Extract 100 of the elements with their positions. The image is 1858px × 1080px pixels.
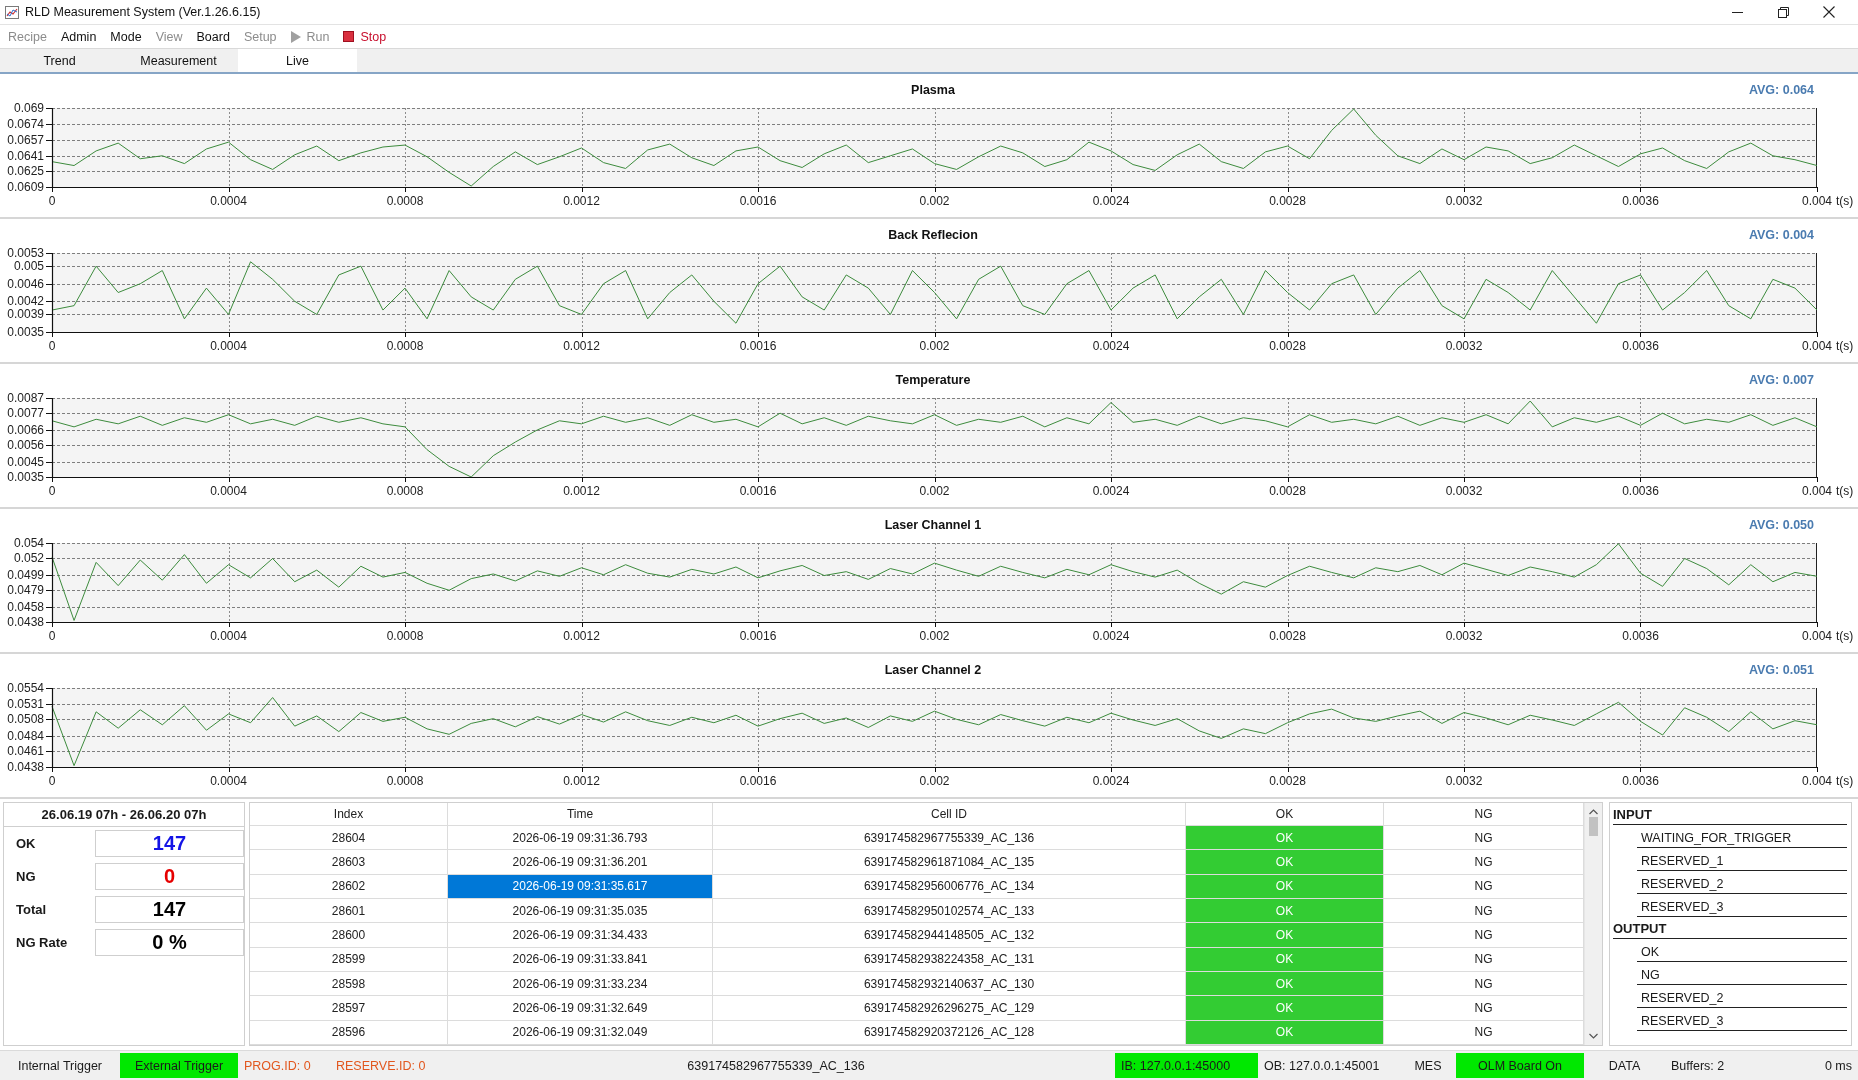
status-indicator: DATA [1607, 1057, 1642, 1075]
x-tick-label: 0.0028 [1269, 484, 1306, 498]
x-tick-label: 0.0004 [210, 194, 247, 208]
table-cell: OK [1186, 996, 1384, 1021]
x-tick-label: 0.0004 [210, 339, 247, 353]
table-cell: OK [1186, 850, 1384, 875]
average-label: AVG: 0.064 [1748, 83, 1814, 97]
y-tick-label: 0.0641 [7, 148, 44, 163]
scrollbar-thumb[interactable] [1589, 817, 1598, 836]
x-tick-label: 0.0036 [1622, 774, 1659, 788]
x-axis-label: t(s) [1836, 484, 1854, 498]
table-cell: 2026-06-19 09:31:33.841 [448, 947, 713, 972]
io-signal-label: RESERVED_2 [1637, 871, 1847, 894]
y-tick-label: 0.0046 [7, 276, 44, 291]
x-tick-label: 0.0028 [1269, 774, 1306, 788]
table-cell: OK [1186, 923, 1384, 948]
table-cell: OK [1186, 1020, 1384, 1045]
table-cell: NG [1384, 1020, 1584, 1045]
tab[interactable]: Live [238, 49, 357, 72]
y-tick-label: 0.0035 [7, 325, 44, 339]
table-cell: 28596 [250, 1020, 448, 1045]
x-tick-label: 0.0016 [739, 194, 777, 208]
io-group-title: INPUT [1613, 803, 1847, 825]
table-cell: NG [1384, 947, 1584, 972]
y-tick-label: 0.0087 [7, 391, 44, 405]
play-icon [290, 30, 301, 43]
table-cell: 639174582920372126_AC_128 [713, 1020, 1186, 1045]
chart-title: Temperature [895, 373, 971, 387]
period-label: 26.06.19 07h - 26.06.20 07h [4, 803, 244, 827]
table-cell: 28597 [250, 996, 448, 1021]
y-tick-label: 0.0039 [7, 307, 44, 322]
y-tick-label: 0.052 [13, 551, 44, 566]
y-tick-label: 0.0438 [7, 760, 44, 774]
summary-label: NG [15, 869, 37, 884]
table-cell: 639174582944148505_AC_132 [713, 923, 1186, 948]
table-cell: OK [1186, 899, 1384, 924]
x-tick-label: 0.0028 [1269, 339, 1306, 353]
x-tick-label: 0.0012 [563, 194, 600, 208]
table-cell: 28598 [250, 972, 448, 997]
table-cell: OK [1186, 947, 1384, 972]
x-tick-label: 0.002 [919, 194, 950, 208]
table-cell: 2026-06-19 09:31:32.049 [448, 1020, 713, 1045]
table-cell: 2026-06-19 09:31:33.234 [448, 972, 713, 997]
x-tick-label: 0.004 [1802, 774, 1832, 788]
y-tick-label: 0.0508 [7, 712, 44, 727]
summary-value: 147 [95, 896, 244, 923]
chevron-up-icon[interactable] [1589, 809, 1598, 815]
menu-item[interactable]: Mode [103, 25, 149, 48]
summary-label: OK [15, 836, 37, 851]
y-tick-label: 0.0077 [7, 406, 44, 421]
table-cell: 28602 [250, 874, 448, 899]
io-signal-label: NG [1637, 962, 1847, 985]
line-chart-icon [5, 5, 19, 19]
menu-item[interactable]: Admin [53, 25, 104, 48]
status-indicator: OLM Board On [1456, 1053, 1584, 1078]
io-signal-label: OK [1637, 939, 1847, 962]
menu-item[interactable]: Stop [336, 25, 394, 48]
chart-title: Laser Channel 1 [884, 518, 982, 532]
summary-value: 0 [95, 863, 244, 890]
x-tick-label: 0 [48, 484, 56, 498]
table-cell: NG [1384, 899, 1584, 924]
table-cell: 28601 [250, 899, 448, 924]
y-tick-label: 0.0554 [7, 681, 44, 695]
x-axis-label: t(s) [1836, 774, 1854, 788]
y-tick-label: 0.0625 [7, 164, 44, 179]
x-tick-label: 0.0008 [386, 774, 424, 788]
x-tick-label: 0.0036 [1622, 629, 1659, 643]
y-tick-label: 0.0066 [7, 422, 44, 437]
x-tick-label: 0.0016 [739, 774, 777, 788]
summary-label: NG Rate [15, 935, 69, 950]
y-tick-label: 0.069 [13, 101, 44, 115]
table-cell: 2026-06-19 09:31:36.793 [448, 826, 713, 851]
y-tick-label: 0.0042 [7, 294, 44, 309]
stop-icon [343, 31, 355, 42]
chevron-down-icon[interactable] [1589, 1033, 1598, 1039]
y-tick-label: 0.0531 [7, 696, 44, 711]
x-tick-label: 0.0016 [739, 484, 777, 498]
status-text: 639174582967755339_AC_136 [686, 1057, 866, 1075]
y-tick-label: 0.0609 [7, 180, 44, 194]
table-cell: NG [1384, 923, 1584, 948]
table-cell: 639174582950102574_AC_133 [713, 899, 1186, 924]
y-tick-label: 0.0438 [7, 615, 44, 629]
x-tick-label: 0.0024 [1092, 484, 1130, 498]
x-tick-label: 0.0032 [1445, 774, 1483, 788]
status-id: RESERVE.ID: 0 [335, 1057, 427, 1075]
restore-icon [1777, 6, 1789, 18]
x-tick-label: 0.0008 [386, 484, 424, 498]
scrollbar[interactable] [1584, 803, 1602, 1045]
y-tick-label: 0.0657 [7, 133, 44, 148]
io-signal-label: RESERVED_3 [1637, 894, 1847, 917]
x-tick-label: 0 [48, 339, 56, 353]
average-label: AVG: 0.004 [1748, 228, 1814, 242]
table-cell: 28604 [250, 826, 448, 851]
io-signal-label: RESERVED_3 [1637, 1008, 1847, 1031]
table-cell: NG [1384, 850, 1584, 875]
chart-title: Back Reflecion [888, 228, 978, 242]
menu-item[interactable]: Board [189, 25, 237, 48]
x-tick-label: 0.0036 [1622, 339, 1659, 353]
chart-title: Plasma [911, 83, 955, 97]
io-signal-label: RESERVED_1 [1637, 848, 1847, 871]
